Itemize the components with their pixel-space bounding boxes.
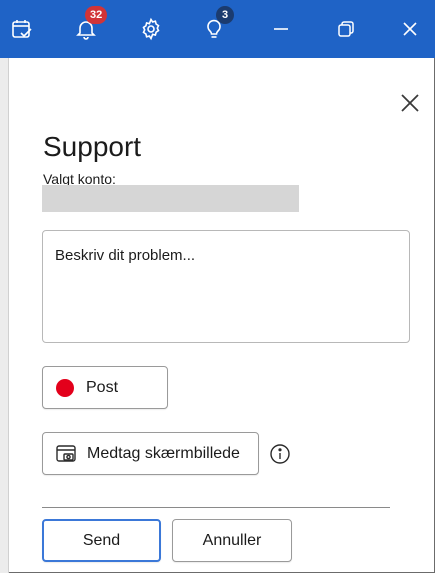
red-dot-icon [56, 378, 74, 397]
restore-icon [338, 21, 354, 37]
screenshot-icon [56, 444, 76, 462]
restore-button[interactable] [326, 10, 366, 48]
tasks-button[interactable] [2, 10, 42, 48]
title-bar: 32 3 [0, 0, 435, 58]
left-edge-strip [0, 58, 9, 573]
close-icon [403, 22, 417, 36]
send-button[interactable]: Send [42, 519, 161, 562]
notifications-badge: 32 [85, 6, 108, 24]
page-title: Support [43, 131, 142, 162]
close-icon [401, 94, 419, 112]
tips-badge: 3 [216, 6, 234, 24]
account-value [42, 185, 299, 212]
close-pane-button[interactable] [397, 90, 423, 116]
settings-button[interactable] [131, 10, 171, 48]
tasks-icon [12, 20, 32, 38]
close-window-button[interactable] [390, 10, 430, 48]
divider [42, 507, 390, 508]
include-screenshot-button[interactable]: Medtag skærmbillede [42, 432, 259, 475]
minimize-icon [274, 28, 288, 30]
screenshot-label: Medtag skærmbillede [87, 444, 240, 462]
info-icon[interactable] [269, 443, 291, 465]
category-label: Post [86, 378, 119, 396]
cancel-button[interactable]: Annuller [172, 519, 292, 562]
category-post-button[interactable]: Post [42, 366, 168, 409]
minimize-button[interactable] [261, 10, 301, 48]
problem-description-input[interactable] [42, 230, 410, 343]
gear-icon [142, 17, 160, 41]
